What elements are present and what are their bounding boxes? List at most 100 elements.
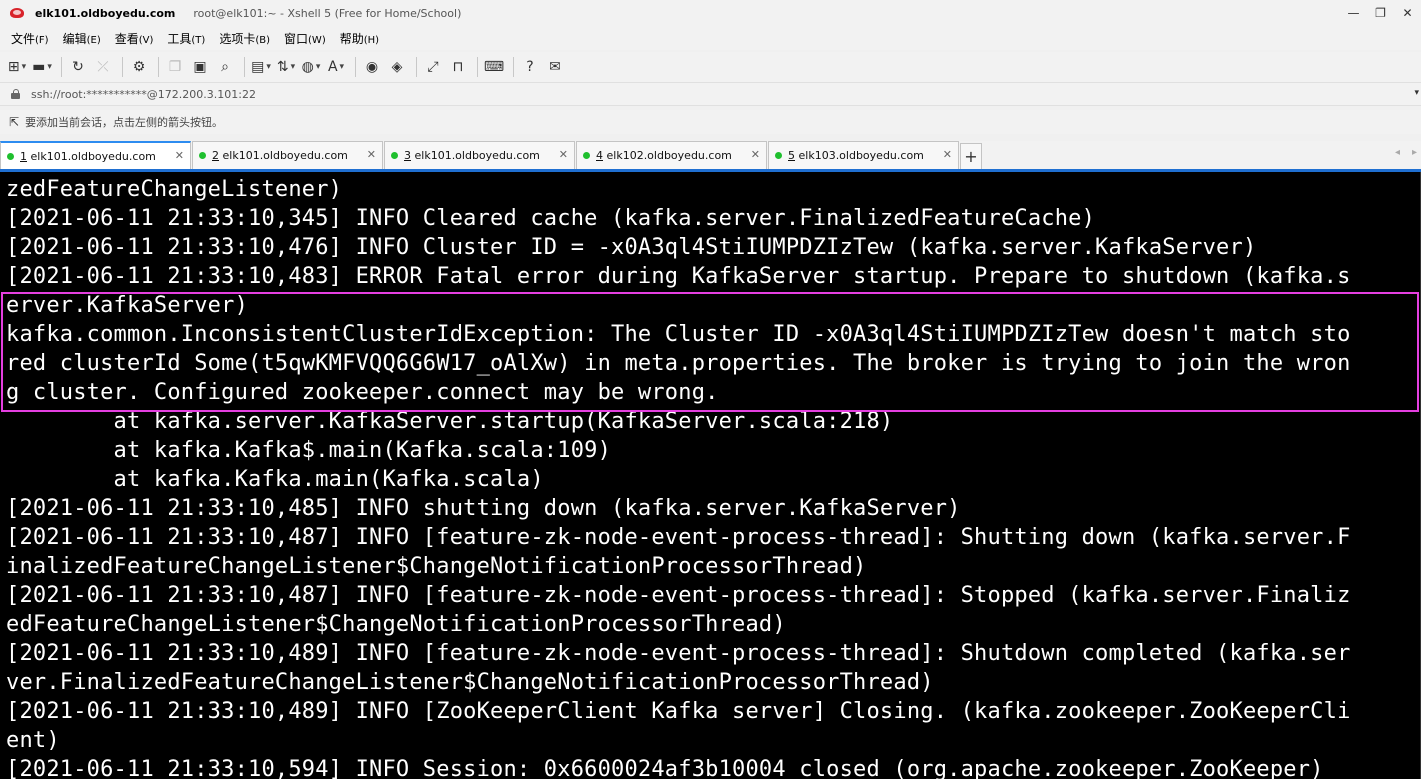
menu-file-accel: (F) — [35, 34, 49, 46]
toolbar-separator — [477, 57, 478, 77]
toolbar-separator — [122, 57, 123, 77]
menu-tools[interactable]: 工具(T) — [160, 30, 212, 47]
menu-tabs-accel: (B) — [255, 34, 271, 46]
tab-session-4[interactable]: 4 elk102.oldboyedu.com ✕ — [576, 141, 767, 169]
terminal-line: [2021-06-11 21:33:10,487] INFO [feature-… — [6, 583, 1351, 608]
new-tab-button[interactable]: + — [960, 143, 982, 169]
menu-view[interactable]: 查看(V) — [108, 30, 161, 47]
tab-number: 5 — [788, 149, 795, 162]
tab-label: 1 elk101.oldboyedu.com — [20, 150, 156, 163]
tab-host: elk102.oldboyedu.com — [606, 149, 732, 162]
menu-edit[interactable]: 编辑(E) — [56, 30, 108, 47]
menu-view-accel: (V) — [138, 34, 154, 46]
close-icon[interactable]: ✕ — [175, 149, 184, 162]
tab-scroll-left-icon[interactable]: ◂ — [1395, 147, 1400, 158]
toolbar: ⊞ ▬ ↻ ⤫ ⚙ ❐ ▣ ⌕ ▤ ⇅ ◍ A ◉ ◈ ⤢ ⊓ ⌨ ? ✉ — [0, 52, 1421, 82]
terminal-output: zedFeatureChangeListener) [2021-06-11 21… — [6, 175, 1351, 779]
tab-session-3[interactable]: 3 elk101.oldboyedu.com ✕ — [384, 141, 575, 169]
lock-icon — [11, 89, 21, 99]
tab-number: 1 — [20, 149, 27, 163]
lock-screen-icon[interactable]: ⊓ — [447, 55, 469, 79]
fullscreen-icon[interactable]: ⤢ — [422, 55, 444, 79]
terminal-line: [2021-06-11 21:33:10,487] INFO [feature-… — [6, 525, 1351, 550]
session-hint-bar: ⇱ 要添加当前会话，点击左侧的箭头按钮。 — [0, 110, 1421, 134]
keyboard-icon[interactable]: ⌨ — [483, 55, 505, 79]
terminal-line: inalizedFeatureChangeListener$ChangeNoti… — [6, 554, 867, 579]
window-title-host: elk101.oldboyedu.com — [35, 6, 176, 20]
tab-navigation: ◂ ▸ — [1395, 147, 1417, 158]
properties-icon[interactable]: ⚙ — [128, 55, 150, 79]
menu-edit-accel: (E) — [86, 34, 101, 46]
menu-help-label: 帮助 — [339, 31, 364, 46]
chevron-down-icon[interactable]: ▾ — [1414, 88, 1419, 98]
session-address-input[interactable] — [31, 87, 1391, 101]
restore-button[interactable]: ❐ — [1367, 0, 1394, 26]
error-highlight-box — [1, 292, 1419, 412]
tab-host: elk101.oldboyedu.com — [414, 149, 540, 162]
new-session-icon[interactable]: ⊞ — [6, 55, 28, 79]
connected-status-icon — [583, 152, 590, 159]
terminal-pane[interactable]: zedFeatureChangeListener) [2021-06-11 21… — [0, 172, 1421, 779]
close-button[interactable]: ✕ — [1394, 0, 1421, 26]
tab-session-2[interactable]: 2 elk101.oldboyedu.com ✕ — [192, 141, 383, 169]
disconnect-icon[interactable]: ⤫ — [92, 55, 114, 79]
tab-label: 4 elk102.oldboyedu.com — [596, 149, 732, 162]
menu-help[interactable]: 帮助(H) — [333, 30, 386, 47]
tab-session-1[interactable]: 1 elk101.oldboyedu.com ✕ — [0, 141, 191, 169]
help-icon[interactable]: ? — [519, 55, 541, 79]
menu-help-accel: (H) — [363, 34, 380, 46]
tab-label: 3 elk101.oldboyedu.com — [404, 149, 540, 162]
reconnect-icon[interactable]: ↻ — [67, 55, 89, 79]
title-bar: elk101.oldboyedu.com root@elk101:~ - Xsh… — [0, 0, 1421, 26]
connected-status-icon — [199, 152, 206, 159]
close-icon[interactable]: ✕ — [559, 148, 568, 161]
session-hint-text: 要添加当前会话，点击左侧的箭头按钮。 — [25, 116, 224, 129]
tab-scroll-right-icon[interactable]: ▸ — [1412, 147, 1417, 158]
toolbar-separator — [244, 57, 245, 77]
menu-window[interactable]: 窗口(W) — [277, 30, 333, 47]
close-icon[interactable]: ✕ — [367, 148, 376, 161]
terminal-line: ver.FinalizedFeatureChangeListener$Chang… — [6, 670, 934, 695]
close-icon[interactable]: ✕ — [943, 148, 952, 161]
terminal-line: ent) — [6, 728, 60, 753]
close-icon[interactable]: ✕ — [751, 148, 760, 161]
menu-bar: 文件(F) 编辑(E) 查看(V) 工具(T) 选项卡(B) 窗口(W) 帮助(… — [0, 26, 1421, 50]
xshell-icon[interactable]: ◈ — [386, 55, 408, 79]
tab-label: 5 elk103.oldboyedu.com — [788, 149, 924, 162]
xftp-icon[interactable]: ◉ — [361, 55, 383, 79]
tab-number: 2 — [212, 149, 219, 162]
open-folder-icon[interactable]: ▬ — [31, 55, 53, 79]
add-session-arrow-icon[interactable]: ⇱ — [9, 115, 19, 129]
transfer-icon[interactable]: ⇅ — [275, 55, 297, 79]
window-title: root@elk101:~ - Xshell 5 (Free for Home/… — [193, 6, 462, 20]
tab-host: elk103.oldboyedu.com — [798, 149, 924, 162]
connected-status-icon — [775, 152, 782, 159]
tab-session-5[interactable]: 5 elk103.oldboyedu.com ✕ — [768, 141, 959, 169]
terminal-line: [2021-06-11 21:33:10,489] INFO [feature-… — [6, 641, 1351, 666]
menu-tools-label: 工具 — [167, 31, 192, 46]
connected-status-icon — [7, 152, 14, 160]
terminal-line: [2021-06-11 21:33:10,594] INFO Session: … — [6, 757, 1324, 779]
tab-number: 3 — [404, 149, 411, 162]
find-icon[interactable]: ⌕ — [214, 55, 236, 79]
chat-icon[interactable]: ✉ — [544, 55, 566, 79]
minimize-button[interactable]: — — [1340, 0, 1367, 26]
print-icon[interactable]: ▤ — [250, 55, 272, 79]
menu-tabs-label: 选项卡 — [219, 31, 256, 46]
terminal-line: [2021-06-11 21:33:10,483] ERROR Fatal er… — [6, 264, 1351, 289]
paste-icon[interactable]: ▣ — [189, 55, 211, 79]
tab-number: 4 — [596, 149, 603, 162]
address-bar: ▾ — [0, 82, 1421, 106]
copy-icon[interactable]: ❐ — [164, 55, 186, 79]
globe-icon[interactable]: ◍ — [300, 55, 322, 79]
toolbar-separator — [61, 57, 62, 77]
menu-file-label: 文件 — [11, 31, 36, 46]
terminal-line: zedFeatureChangeListener) — [6, 177, 343, 202]
terminal-line: [2021-06-11 21:33:10,485] INFO shutting … — [6, 496, 961, 521]
menu-file[interactable]: 文件(F) — [4, 30, 56, 47]
font-icon[interactable]: A — [325, 55, 347, 79]
terminal-line: [2021-06-11 21:33:10,489] INFO [ZooKeepe… — [6, 699, 1351, 724]
menu-edit-label: 编辑 — [62, 31, 87, 46]
menu-tabs[interactable]: 选项卡(B) — [212, 30, 277, 47]
toolbar-separator — [416, 57, 417, 77]
